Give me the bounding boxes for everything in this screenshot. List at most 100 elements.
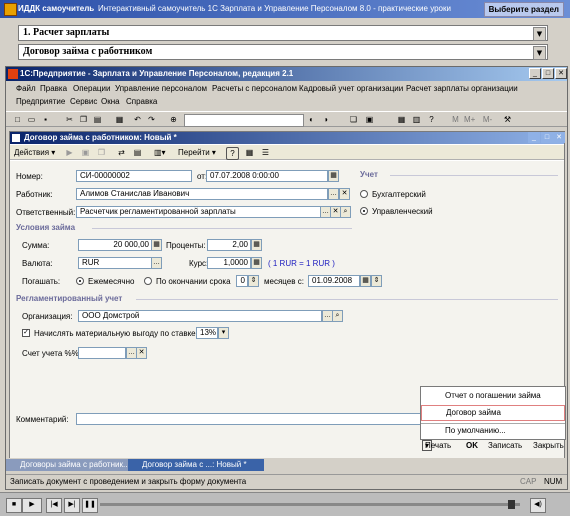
menu-item-default[interactable]: По умолчанию... — [421, 423, 565, 438]
windows-icon[interactable]: ❏ — [348, 114, 359, 125]
goto-menu[interactable]: Перейти ▾ — [178, 148, 216, 157]
menu-personnel[interactable]: Управление персоналом — [115, 84, 207, 93]
maximize-icon[interactable]: □ — [542, 68, 554, 79]
search-icon[interactable]: ⌕ — [332, 310, 343, 322]
print-button[interactable]: Печать ▾ — [422, 440, 451, 451]
memory-minus-icon[interactable]: M- — [482, 114, 493, 125]
menu-hr-org[interactable]: Кадровый учет организации — [299, 84, 403, 93]
benefit-rate-field[interactable]: 13% — [196, 327, 218, 339]
calculator-icon[interactable]: ▦ — [251, 239, 262, 251]
progress-track[interactable] — [100, 503, 520, 506]
paste-icon[interactable]: ▤ — [92, 114, 103, 125]
tools-icon[interactable]: ⚒ — [502, 114, 513, 125]
menu-item-loan-contract[interactable]: Договор займа — [421, 405, 565, 421]
menu-item-repayment-report[interactable]: Отчет о погашении займа — [421, 389, 565, 403]
help-icon[interactable]: ? — [426, 114, 437, 125]
find-icon[interactable]: ⊕ — [168, 114, 179, 125]
org-field[interactable]: ООО Домстрой — [78, 310, 322, 322]
employee-field[interactable]: Алимов Станислав Иванович — [76, 188, 328, 200]
calculator-icon[interactable]: ▦ — [251, 257, 262, 269]
select-icon[interactable]: … — [328, 188, 339, 200]
help-icon[interactable]: ? — [226, 147, 239, 160]
search-icon[interactable]: ⌕ — [340, 206, 351, 218]
volume-icon[interactable]: ◀) — [530, 498, 546, 513]
repay-end-radio[interactable] — [144, 277, 152, 285]
calculator-icon[interactable]: ▦ — [396, 114, 407, 125]
menu-windows[interactable]: Окна — [101, 97, 120, 106]
clear-icon[interactable]: ✕ — [339, 188, 350, 200]
months-field[interactable]: 0 — [236, 275, 248, 287]
progress-handle[interactable] — [508, 500, 515, 509]
select-section-button[interactable]: Выберите раздел — [483, 2, 564, 17]
actions-menu[interactable]: Действия ▾ — [14, 148, 55, 157]
stop-icon[interactable]: ■ — [6, 498, 22, 513]
clear-icon[interactable]: ✕ — [136, 347, 147, 359]
folder-icon[interactable]: ▣ — [364, 114, 375, 125]
copy-doc-icon[interactable]: ❐ — [96, 147, 107, 158]
search-next-icon[interactable]: ◑ — [320, 114, 331, 125]
play-icon[interactable]: ▶ — [22, 498, 42, 513]
responsible-field[interactable]: Расчетчик регламентированной зарплаты — [76, 206, 322, 218]
rate-field[interactable]: 1,0000 — [207, 257, 251, 269]
spin-icon[interactable]: ⇕ — [371, 275, 382, 287]
benefit-checkbox[interactable]: ✓ — [22, 329, 30, 337]
search-input[interactable] — [184, 114, 304, 127]
post-icon[interactable]: ▶ — [64, 147, 75, 158]
menu-enterprise[interactable]: Предприятие — [16, 97, 65, 106]
start-date-field[interactable]: 01.09.2008 — [308, 275, 360, 287]
search-prev-icon[interactable]: ◐ — [306, 114, 317, 125]
lesson-select[interactable]: Договор займа с работником ▼ — [18, 44, 548, 60]
task-loan-list[interactable]: Договоры займа с работник... — [6, 459, 138, 471]
sum-field[interactable]: 20 000,00 — [78, 239, 152, 251]
menu-payments[interactable]: Расчеты с персоналом — [212, 84, 297, 93]
comment-field[interactable] — [76, 413, 426, 425]
currency-field[interactable]: RUR — [78, 257, 152, 269]
close-button[interactable]: Закрыть — [533, 441, 564, 450]
based-on-icon[interactable]: ▥▾ — [154, 147, 166, 158]
calendar-icon[interactable]: ▦ — [360, 275, 371, 287]
tree-icon[interactable]: ☰ — [260, 147, 271, 158]
menu-help[interactable]: Справка — [126, 97, 157, 106]
menu-payroll-org[interactable]: Расчет зарплаты организации — [406, 84, 518, 93]
unpost-icon[interactable]: ▣ — [80, 147, 91, 158]
new-icon[interactable]: □ — [12, 114, 23, 125]
undo-icon[interactable]: ↶ — [132, 114, 143, 125]
calendar-icon[interactable]: ▦ — [328, 170, 339, 182]
menu-file[interactable]: Файл — [16, 84, 36, 93]
close-icon[interactable]: ✕ — [555, 68, 567, 79]
doc-maximize-icon[interactable]: □ — [541, 132, 553, 143]
acc-mgmt-radio[interactable] — [360, 207, 368, 215]
open-icon[interactable]: ▭ — [26, 114, 37, 125]
task-loan-doc[interactable]: Договор займа с ...: Новый * — [128, 459, 264, 471]
save-button[interactable]: Записать — [488, 441, 522, 450]
save-icon[interactable]: ▪ — [40, 114, 51, 125]
number-field[interactable]: СИ-00000002 — [76, 170, 192, 182]
acc-buh-radio[interactable] — [360, 190, 368, 198]
memory-plus-icon[interactable]: M+ — [464, 114, 475, 125]
spin-icon[interactable]: ⇕ — [248, 275, 259, 287]
calendar-icon[interactable]: ▥ — [411, 114, 422, 125]
ok-button[interactable]: OK — [466, 441, 478, 450]
menu-operations[interactable]: Операции — [73, 84, 110, 93]
menu-edit[interactable]: Правка — [40, 84, 67, 93]
next-icon[interactable]: ▶| — [64, 498, 80, 513]
chevron-down-icon[interactable]: ▼ — [533, 27, 546, 41]
movements-icon[interactable]: ⇄ — [116, 147, 127, 158]
chapter-select[interactable]: 1. Расчет зарплаты ▼ — [18, 25, 548, 41]
structure-icon[interactable]: ▤ — [132, 147, 143, 158]
prev-icon[interactable]: |◀ — [46, 498, 62, 513]
minimize-icon[interactable]: _ — [529, 68, 541, 79]
date-field[interactable]: 07.07.2008 0:00:00 — [206, 170, 328, 182]
copy-icon[interactable]: ❐ — [78, 114, 89, 125]
list-icon[interactable]: ▦ — [244, 147, 255, 158]
redo-icon[interactable]: ↷ — [146, 114, 157, 125]
chevron-down-icon[interactable]: ▼ — [533, 46, 546, 60]
percent-field[interactable]: 2,00 — [207, 239, 251, 251]
menu-service[interactable]: Сервис — [70, 97, 97, 106]
memory-m-icon[interactable]: M — [450, 114, 461, 125]
cut-icon[interactable]: ✂ — [64, 114, 75, 125]
select-icon[interactable]: … — [151, 257, 162, 269]
delete-icon[interactable]: ▦ — [114, 114, 125, 125]
doc-minimize-icon[interactable]: _ — [528, 132, 540, 143]
account-field[interactable] — [78, 347, 126, 359]
